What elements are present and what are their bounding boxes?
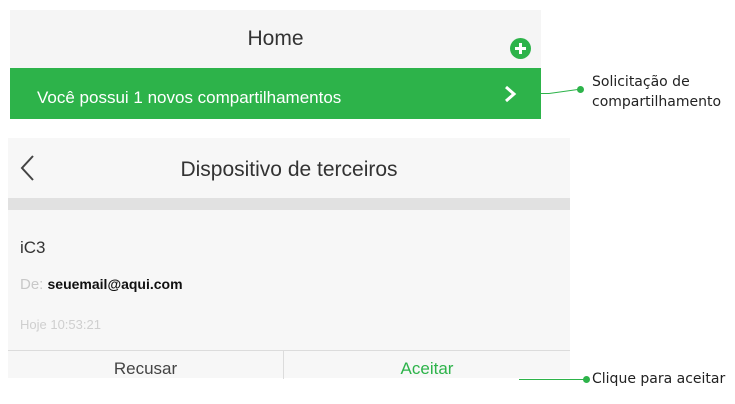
action-bar: Recusar Aceitar: [8, 350, 570, 379]
callout-line-share: [548, 88, 579, 94]
accept-button[interactable]: Aceitar: [284, 359, 570, 379]
home-title: Home: [247, 27, 304, 50]
share-banner-text: Você possui 1 novos compartilhamentos: [37, 88, 342, 107]
decline-button[interactable]: Recusar: [8, 359, 283, 379]
home-header: Home: [10, 10, 541, 68]
from-row: De: seuemail@aqui.com: [20, 276, 183, 293]
callout-line-connector: [541, 93, 549, 94]
annotation-line-1: Solicitação de: [592, 74, 690, 90]
share-request-annotation: Solicitação de compartilhamento: [592, 72, 721, 112]
timestamp: Hoje 10:53:21: [20, 317, 101, 332]
accept-annotation: Clique para aceitar: [592, 371, 726, 387]
from-email: seuemail@aqui.com: [47, 276, 183, 292]
callout-line-accept: [519, 379, 585, 380]
device-name: iC3: [20, 238, 46, 257]
third-party-device-panel: Dispositivo de terceiros iC3 De: seuemai…: [8, 138, 570, 379]
add-button[interactable]: [510, 38, 531, 59]
chevron-right-icon: [505, 85, 517, 103]
callout-dot-accept: [583, 376, 590, 383]
callout-dot-share: [577, 86, 584, 93]
share-banner[interactable]: Você possui 1 novos compartilhamentos: [10, 68, 541, 119]
annotation-line-2: compartilhamento: [592, 94, 722, 110]
plus-circle-icon: [515, 43, 526, 54]
from-label: De:: [20, 276, 48, 293]
header-divider: [8, 198, 570, 210]
panel-title: Dispositivo de terceiros: [180, 158, 398, 181]
